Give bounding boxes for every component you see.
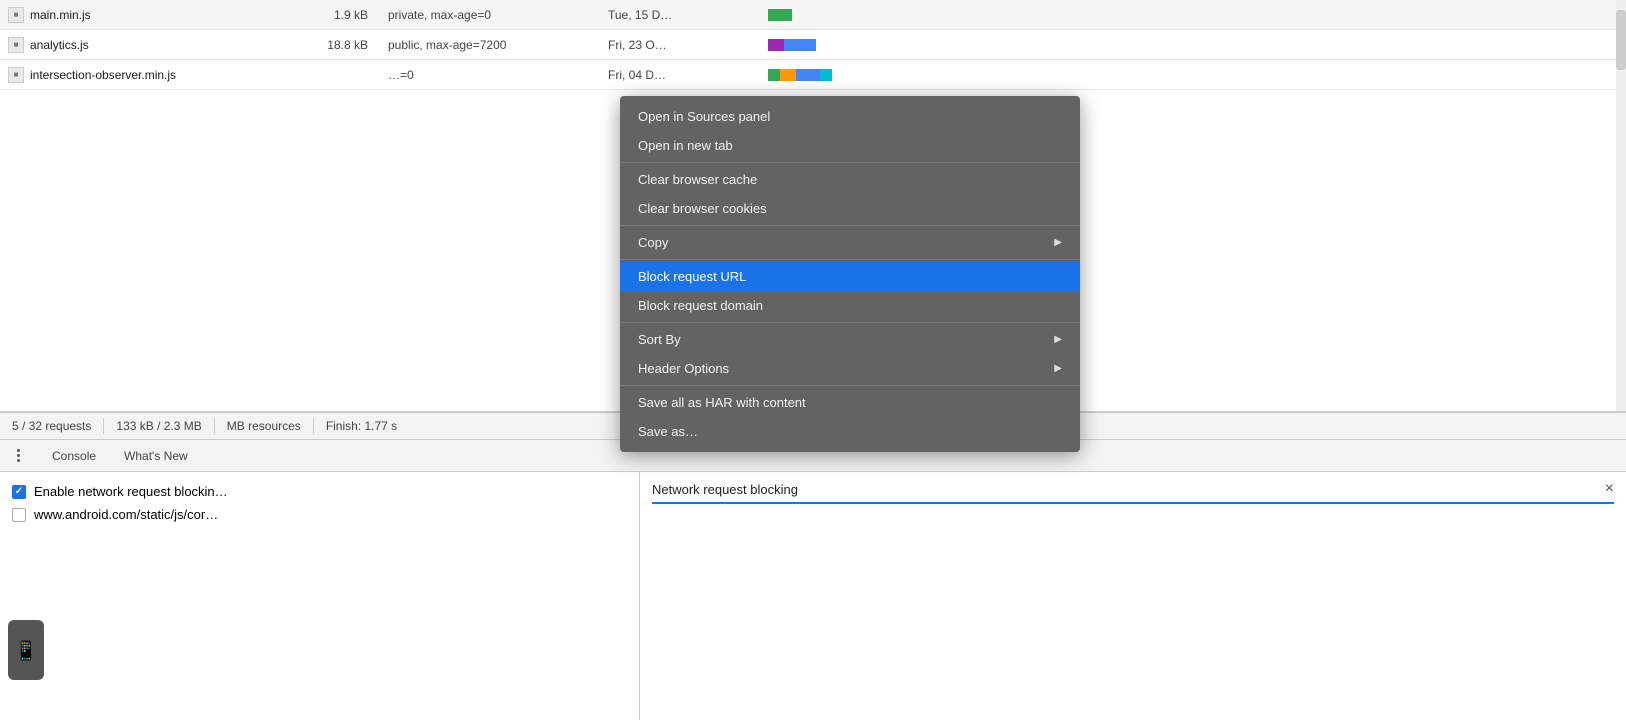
- dot-2: [17, 454, 20, 457]
- tab-console[interactable]: Console: [40, 445, 108, 467]
- waterfall: [768, 39, 1618, 51]
- file-icon: ■: [8, 67, 24, 83]
- table-row[interactable]: ■analytics.js18.8 kBpublic, max-age=7200…: [0, 30, 1626, 60]
- menu-item-1-0[interactable]: Clear browser cache: [620, 165, 1080, 194]
- menu-item-label: Header Options: [638, 361, 729, 376]
- menu-item-label: Save all as HAR with content: [638, 395, 806, 410]
- menu-item-label: Sort By: [638, 332, 681, 347]
- file-name: ■main.min.js: [8, 7, 288, 23]
- menu-section-1: Clear browser cache Clear browser cookies: [620, 163, 1080, 226]
- dot-3: [17, 459, 20, 462]
- network-blocking-left: Enable network request blockin… www.andr…: [0, 472, 640, 720]
- right-panel-title: Network request blocking: [652, 482, 798, 497]
- menu-item-label: Open in new tab: [638, 138, 733, 153]
- menu-item-5-1[interactable]: Save as…: [620, 417, 1080, 446]
- menu-item-label: Clear browser cookies: [638, 201, 767, 216]
- file-name: ■intersection-observer.min.js: [8, 67, 288, 83]
- last-modified: Tue, 15 D…: [608, 8, 768, 22]
- menu-section-5: Save all as HAR with content Save as…: [620, 386, 1080, 448]
- network-blocking-right: Network request blocking ×: [640, 472, 1626, 720]
- menu-item-label: Save as…: [638, 424, 698, 439]
- menu-item-label: Open in Sources panel: [638, 109, 770, 124]
- file-icon: ■: [8, 37, 24, 53]
- menu-item-4-1[interactable]: Header Options ▶: [620, 354, 1080, 383]
- finish-time: Finish: 1.77 s: [326, 419, 397, 433]
- submenu-arrow-icon: ▶: [1054, 334, 1062, 345]
- menu-item-5-0[interactable]: Save all as HAR with content: [620, 388, 1080, 417]
- file-icon: ■: [8, 7, 24, 23]
- dot-1: [17, 449, 20, 452]
- menu-item-label: Block request domain: [638, 298, 763, 313]
- file-size: 1.9 kB: [288, 8, 388, 22]
- more-options-button[interactable]: [8, 446, 28, 466]
- cache-control: …=0: [388, 68, 608, 82]
- status-sep-1: [103, 418, 104, 434]
- menu-item-0-0[interactable]: Open in Sources panel: [620, 102, 1080, 131]
- table-row[interactable]: ■main.min.js1.9 kBprivate, max-age=0Tue,…: [0, 0, 1626, 30]
- phone-icon: 📱: [8, 620, 44, 680]
- url-label: www.android.com/static/js/cor…: [34, 507, 218, 522]
- menu-section-4: Sort By ▶ Header Options ▶: [620, 323, 1080, 386]
- bottom-panel: Console What's New Enable network reques…: [0, 440, 1626, 720]
- menu-section-0: Open in Sources panel Open in new tab: [620, 100, 1080, 163]
- scrollbar-track[interactable]: [1616, 0, 1626, 411]
- requests-count: 5 / 32 requests: [12, 419, 91, 433]
- file-name: ■analytics.js: [8, 37, 288, 53]
- enable-checkbox[interactable]: [12, 485, 26, 499]
- enable-label: Enable network request blockin…: [34, 484, 228, 499]
- table-row[interactable]: ■intersection-observer.min.js …=0Fri, 04 …: [0, 60, 1626, 90]
- url-checkbox[interactable]: [12, 508, 26, 522]
- context-menu: Open in Sources panel Open in new tab Clea…: [620, 96, 1080, 452]
- menu-item-4-0[interactable]: Sort By ▶: [620, 325, 1080, 354]
- enable-blocking-row: Enable network request blockin…: [12, 484, 627, 499]
- url-row: www.android.com/static/js/cor…: [12, 507, 627, 522]
- menu-item-label: Block request URL: [638, 269, 746, 284]
- submenu-arrow-icon: ▶: [1054, 237, 1062, 248]
- menu-item-1-1[interactable]: Clear browser cookies: [620, 194, 1080, 223]
- menu-item-2-0[interactable]: Copy ▶: [620, 228, 1080, 257]
- cache-control: private, max-age=0: [388, 8, 608, 22]
- scrollbar-thumb[interactable]: [1616, 10, 1626, 70]
- tab-whats-new[interactable]: What's New: [112, 445, 200, 467]
- status-sep-2: [214, 418, 215, 434]
- status-sep-3: [313, 418, 314, 434]
- right-panel-header: Network request blocking ×: [652, 480, 1614, 504]
- submenu-arrow-icon: ▶: [1054, 363, 1062, 374]
- cache-control: public, max-age=7200: [388, 38, 608, 52]
- menu-item-label: Copy: [638, 235, 668, 250]
- waterfall: [768, 69, 1618, 81]
- menu-item-3-1[interactable]: Block request domain: [620, 291, 1080, 320]
- menu-section-3: Block request URL Block request domain: [620, 260, 1080, 323]
- resources-info: MB resources: [227, 419, 301, 433]
- file-size: 18.8 kB: [288, 38, 388, 52]
- menu-item-label: Clear browser cache: [638, 172, 757, 187]
- menu-item-0-1[interactable]: Open in new tab: [620, 131, 1080, 160]
- menu-item-3-0[interactable]: Block request URL: [620, 262, 1080, 291]
- waterfall: [768, 9, 1618, 21]
- last-modified: Fri, 23 O…: [608, 38, 768, 52]
- phone-glyph: 📱: [14, 638, 39, 663]
- menu-section-2: Copy ▶: [620, 226, 1080, 260]
- bottom-content: Enable network request blockin… www.andr…: [0, 472, 1626, 720]
- size-info: 133 kB / 2.3 MB: [116, 419, 201, 433]
- last-modified: Fri, 04 D…: [608, 68, 768, 82]
- close-button[interactable]: ×: [1605, 480, 1614, 498]
